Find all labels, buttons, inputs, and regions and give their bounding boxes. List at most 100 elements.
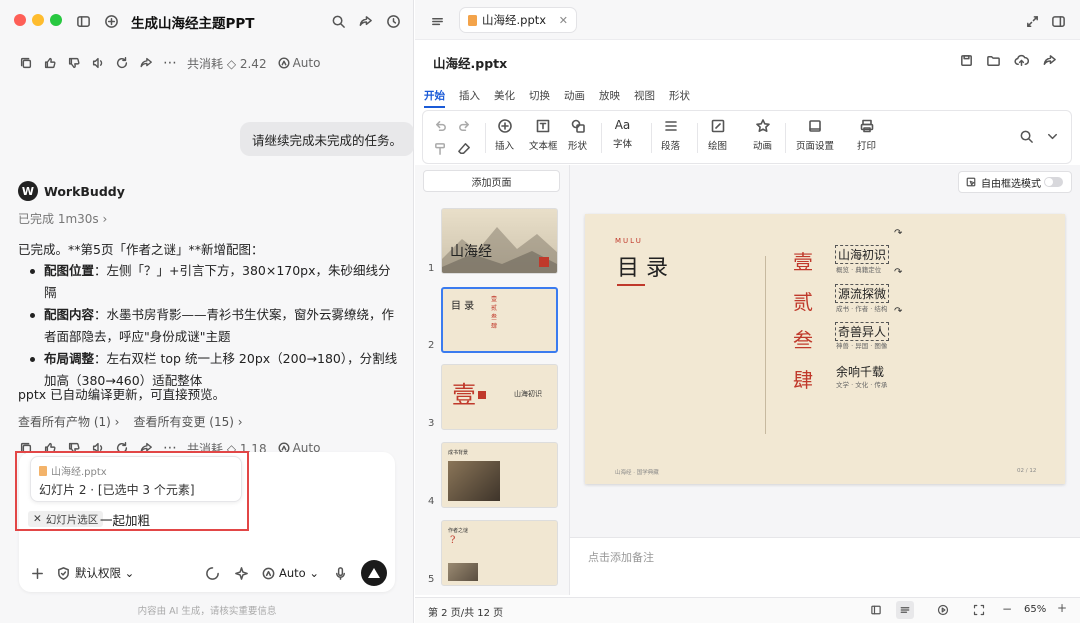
thumb-title: 山海初识	[514, 390, 542, 398]
draw-button[interactable]: 绘图	[708, 118, 727, 152]
expand-icon[interactable]	[1023, 12, 1041, 30]
tab-transitions[interactable]: 切换	[529, 88, 550, 108]
title-underline	[617, 284, 645, 286]
copy-icon[interactable]	[19, 56, 33, 70]
paragraph-button[interactable]: 段落	[661, 118, 680, 152]
item-title-selected[interactable]: 源流探微	[834, 284, 890, 303]
menu-icon[interactable]	[428, 12, 446, 30]
font-button[interactable]: Aa 字体	[613, 118, 632, 150]
notes-area[interactable]	[570, 537, 1080, 595]
tab-insert[interactable]: 插入	[459, 88, 480, 108]
search-icon[interactable]	[1019, 129, 1034, 144]
tool-label: 动画	[753, 141, 773, 152]
microphone-icon[interactable]	[333, 566, 348, 581]
page-setup-button[interactable]: 页面设置	[796, 118, 834, 152]
speaker-icon[interactable]	[91, 56, 105, 70]
item-title-selected[interactable]: 奇兽异人	[834, 322, 890, 341]
format-painter-icon[interactable]	[433, 141, 448, 156]
zoom-in-button[interactable]: +	[1057, 601, 1067, 615]
plus-icon[interactable]	[28, 566, 46, 581]
view-artifacts-link[interactable]: 查看所有产物 (1) ›	[18, 413, 119, 430]
slide-footer-left: 山海经 · 国学典藏	[615, 470, 659, 476]
notes-placeholder: 点击添加备注	[588, 551, 654, 564]
view-changes-link[interactable]: 查看所有变更 (15) ›	[133, 413, 242, 430]
completion-status[interactable]: 已完成 1m30s ›	[18, 210, 107, 227]
assistant-intro: 已完成。**第5页「作者之谜」**新增配图：	[18, 242, 264, 257]
folder-icon[interactable]	[985, 52, 1001, 68]
sidebar-toggle-icon[interactable]	[73, 11, 93, 31]
redo-icon[interactable]	[457, 119, 472, 134]
save-icon[interactable]	[958, 52, 974, 68]
regenerate-icon[interactable]	[115, 56, 129, 70]
fit-screen-icon[interactable]	[972, 603, 986, 617]
permission-selector[interactable]: 默认权限 ⌄	[75, 565, 134, 581]
rotate-handle-icon[interactable]: ↷	[894, 228, 902, 239]
bullet-label: 配图位置	[44, 263, 95, 278]
more-icon[interactable]: ⋯	[163, 55, 177, 71]
window-zoom-button[interactable]	[50, 14, 62, 26]
thumb-index-list: 壹 贰 叁 肆	[491, 295, 497, 331]
model-selector[interactable]: Auto ⌄	[279, 566, 319, 580]
auto-mode-icon	[277, 56, 291, 70]
panel-toggle-icon[interactable]	[1049, 12, 1067, 30]
sparkle-icon[interactable]	[234, 566, 249, 581]
slide-thumbnail-3[interactable]: 壹 山海初识	[441, 364, 558, 430]
tab-view[interactable]: 视图	[634, 88, 655, 108]
tab-slideshow[interactable]: 放映	[599, 88, 620, 108]
thumbs-down-icon[interactable]	[67, 56, 81, 70]
page-indicator: 第 2 页/共 12 页	[428, 608, 504, 619]
normal-view-icon[interactable]	[869, 603, 883, 617]
rotate-handle-icon[interactable]: ↷	[894, 267, 902, 278]
upload-icon[interactable]	[1013, 52, 1029, 68]
tab-file[interactable]: 山海经.pptx ✕	[459, 7, 577, 33]
slide-thumbnail-4[interactable]: 成书背景	[441, 442, 558, 508]
ai-disclaimer: 内容由 AI 生成，请核实重要信息	[137, 606, 277, 617]
tab-beautify[interactable]: 美化	[494, 88, 515, 108]
item-title-selected[interactable]: 山海初识	[834, 245, 890, 264]
search-icon[interactable]	[328, 11, 348, 31]
slide-thumbnail-5[interactable]: 作者之谜 ?	[441, 520, 558, 586]
add-page-button[interactable]: 添加页面	[423, 170, 560, 192]
window-close-button[interactable]	[14, 14, 26, 26]
close-icon[interactable]: ✕	[559, 14, 568, 27]
rotate-handle-icon[interactable]: ↷	[894, 306, 902, 317]
insert-button[interactable]: 插入	[495, 118, 514, 152]
notes-view-icon[interactable]	[896, 601, 914, 619]
new-chat-icon[interactable]	[101, 11, 121, 31]
history-icon[interactable]	[383, 11, 403, 31]
forward-icon[interactable]	[139, 56, 153, 70]
thumbs-up-icon[interactable]	[43, 56, 57, 70]
tool-label: 打印	[857, 141, 877, 152]
slide-thumbnail-2[interactable]: 目 录 壹 贰 叁 肆	[441, 287, 558, 353]
window-title: 生成山海经主题PPT	[131, 16, 255, 32]
thumb-title: 成书背景	[448, 450, 469, 456]
animation-button[interactable]: 动画	[753, 118, 772, 152]
thumb-title: 作者之谜	[448, 528, 469, 534]
eraser-icon[interactable]	[457, 141, 472, 156]
ribbon-toolbar: 插入 文本框 形状 Aa 字体 段落 绘图 动画 页面设置 打印	[422, 110, 1072, 164]
print-button[interactable]: 打印	[857, 118, 876, 152]
undo-icon[interactable]	[433, 119, 448, 134]
tab-home[interactable]: 开始	[424, 88, 445, 108]
share-icon[interactable]	[355, 11, 375, 31]
toggle-switch[interactable]	[1044, 177, 1063, 187]
textbox-button[interactable]: 文本框	[529, 118, 558, 152]
permission-label: 默认权限	[75, 566, 121, 580]
assistant-avatar: W	[18, 181, 38, 201]
tool-label: 形状	[568, 141, 588, 152]
window-minimize-button[interactable]	[32, 14, 44, 26]
chevron-down-icon[interactable]	[1045, 129, 1060, 144]
tab-shape[interactable]: 形状	[669, 88, 690, 108]
send-button[interactable]	[361, 560, 387, 586]
divider	[785, 123, 786, 153]
share-icon[interactable]	[1041, 52, 1057, 68]
zoom-out-button[interactable]: −	[1002, 602, 1012, 616]
item-title[interactable]: 余响千载	[836, 363, 884, 380]
books-image	[448, 461, 500, 501]
ribbon-tabs: 开始 插入 美化 切换 动画 放映 视图 形状	[424, 88, 690, 108]
slide-thumbnail-1[interactable]: 山海经	[441, 208, 558, 274]
shape-button[interactable]: 形状	[568, 118, 587, 152]
view-changes-label: 查看所有变更 (15)	[133, 415, 234, 429]
tab-animations[interactable]: 动画	[564, 88, 585, 108]
play-icon[interactable]	[936, 603, 950, 617]
